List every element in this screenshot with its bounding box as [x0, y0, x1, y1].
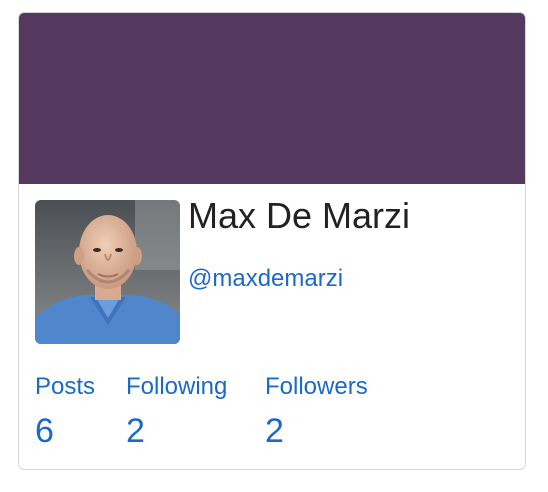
- stat-posts[interactable]: Posts 6: [35, 373, 95, 451]
- stat-value: 2: [126, 412, 145, 450]
- profile-banner: [19, 13, 525, 184]
- profile-card: Max De Marzi @maxdemarzi Posts 6 Followi…: [18, 12, 526, 470]
- profile-name: Max De Marzi: [188, 195, 411, 236]
- stat-label: Following: [126, 373, 228, 400]
- stat-value: 6: [35, 412, 54, 450]
- stat-label: Posts: [35, 373, 96, 400]
- profile-handle-link[interactable]: @maxdemarzi: [188, 265, 343, 293]
- stat-followers[interactable]: Followers 2: [265, 373, 368, 451]
- stat-following[interactable]: Following 2: [126, 373, 227, 451]
- stat-value: 2: [265, 412, 284, 450]
- stat-label: Followers: [265, 373, 368, 400]
- avatar[interactable]: [35, 200, 180, 344]
